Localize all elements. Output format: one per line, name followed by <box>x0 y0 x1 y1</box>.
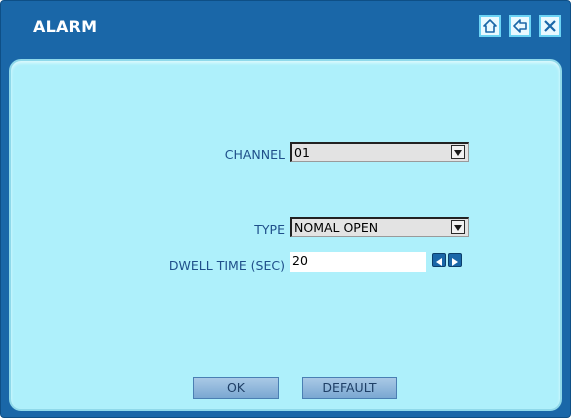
home-button[interactable] <box>479 15 501 37</box>
chevron-down-icon <box>454 218 462 236</box>
close-button[interactable] <box>539 15 561 37</box>
channel-value: 01 <box>294 145 310 160</box>
dwell-time-increment-button[interactable] <box>448 253 462 267</box>
channel-select[interactable]: 01 <box>290 142 469 162</box>
home-icon <box>483 19 497 33</box>
alarm-window: ALARM CHANNEL 01 TYPE NOMAL OPEN DWELL T… <box>0 0 571 418</box>
default-button[interactable]: DEFAULT <box>302 377 397 399</box>
chevron-down-icon <box>454 143 462 161</box>
type-dropdown-button[interactable] <box>451 220 465 234</box>
channel-label: CHANNEL <box>224 147 285 162</box>
ok-button[interactable]: OK <box>193 377 279 399</box>
title-bar: ALARM <box>1 1 570 51</box>
dwell-time-field[interactable]: 20 <box>290 252 426 272</box>
type-select[interactable]: NOMAL OPEN <box>290 217 469 237</box>
dwell-time-value: 20 <box>292 253 308 268</box>
dwell-time-label: DWELL TIME (SEC) <box>168 258 285 273</box>
channel-dropdown-button[interactable] <box>451 145 465 159</box>
dwell-time-decrement-button[interactable] <box>432 253 446 267</box>
arrow-left-icon <box>436 251 442 270</box>
arrow-right-icon <box>452 251 458 270</box>
type-label: TYPE <box>254 222 285 237</box>
type-value: NOMAL OPEN <box>294 220 379 235</box>
back-arrow-icon <box>513 19 527 33</box>
back-button[interactable] <box>509 15 531 37</box>
content-panel <box>9 59 562 411</box>
window-title: ALARM <box>33 17 98 36</box>
close-icon <box>543 19 557 33</box>
